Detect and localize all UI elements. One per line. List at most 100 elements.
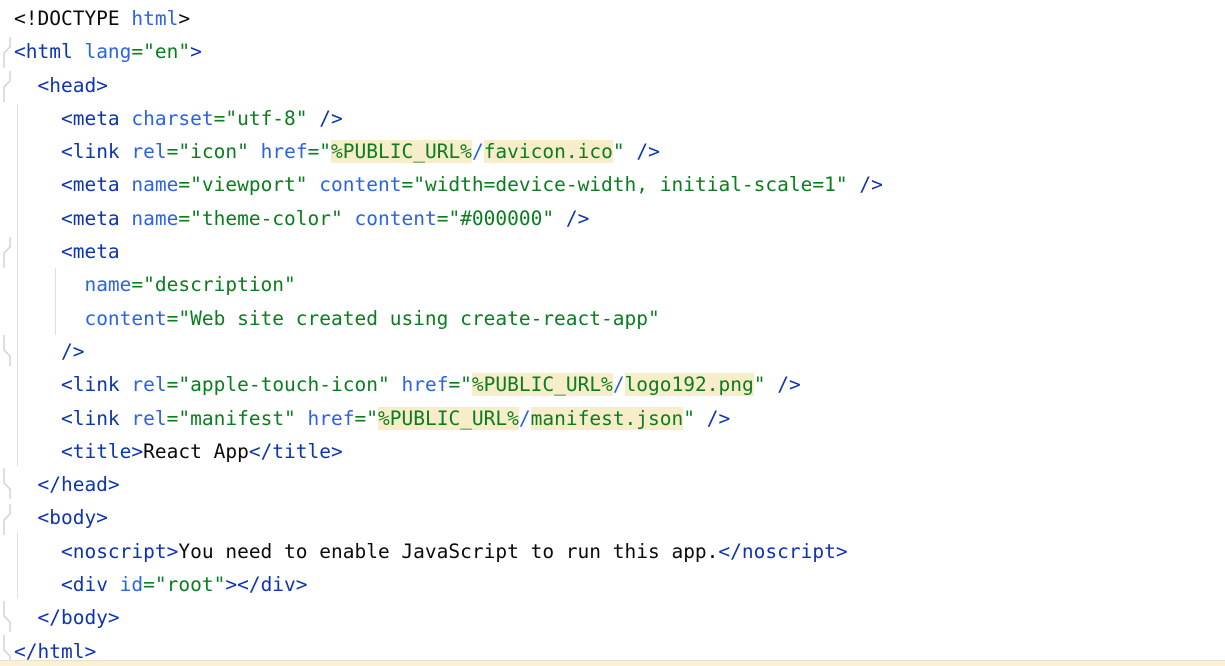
code-line[interactable]: /> — [14, 335, 1225, 368]
code-token-plain — [14, 473, 37, 496]
code-token-tag: </title> — [249, 440, 343, 463]
code-token-plain — [14, 606, 37, 629]
code-token-str: =" — [308, 140, 331, 163]
code-line[interactable]: name="description" — [14, 268, 1225, 301]
code-line[interactable]: <noscript>You need to enable JavaScript … — [14, 535, 1225, 568]
code-token-tag: <meta — [61, 207, 131, 230]
code-token-attr: content — [319, 173, 401, 196]
code-token-tag: > — [190, 40, 202, 63]
code-token-plain: > — [178, 7, 190, 30]
code-token-hl: %PUBLIC_URL% — [472, 373, 613, 396]
code-token-plain — [308, 173, 320, 196]
code-token-plain — [14, 207, 61, 230]
code-token-plain — [296, 407, 308, 430]
code-token-plain — [249, 140, 261, 163]
code-token-tag: ></div> — [225, 573, 307, 596]
code-editor[interactable]: <!DOCTYPE html><html lang="en"> <head> <… — [0, 0, 1225, 666]
code-token-plain — [308, 107, 320, 130]
code-token-tag: <title> — [61, 440, 143, 463]
code-token-tag: /> — [859, 173, 882, 196]
code-token-plain — [765, 373, 777, 396]
code-line[interactable]: </body> — [14, 601, 1225, 634]
code-token-attr: rel — [131, 407, 166, 430]
code-token-attr: rel — [131, 373, 166, 396]
code-token-plain — [14, 540, 61, 563]
code-token-str: " — [613, 140, 625, 163]
code-token-attr: rel — [131, 140, 166, 163]
bottom-panel-edge — [0, 660, 1225, 666]
code-token-plain — [14, 440, 61, 463]
code-token-tag: <meta — [61, 240, 120, 263]
code-line[interactable]: <!DOCTYPE html> — [14, 2, 1225, 35]
code-token-tag: <link — [61, 407, 131, 430]
code-line[interactable]: <meta name="viewport" content="width=dev… — [14, 168, 1225, 201]
code-token-plain — [14, 140, 61, 163]
code-token-tag: </body> — [37, 606, 119, 629]
code-token-attr: content — [355, 207, 437, 230]
code-token-str: ="apple-touch-icon" — [167, 373, 390, 396]
code-line[interactable]: <title>React App</title> — [14, 435, 1225, 468]
code-token-plain — [343, 207, 355, 230]
code-token-str: ="en" — [131, 40, 190, 63]
code-line[interactable]: <link rel="apple-touch-icon" href="%PUBL… — [14, 368, 1225, 401]
code-token-tag: /> — [61, 340, 84, 363]
code-token-hl: manifest.json — [531, 407, 684, 430]
code-line[interactable]: <div id="root"></div> — [14, 568, 1225, 601]
code-token-plain — [14, 273, 84, 296]
code-token-str: ="Web site created using create-react-ap… — [167, 307, 660, 330]
code-line[interactable]: <link rel="icon" href="%PUBLIC_URL%/favi… — [14, 135, 1225, 168]
code-token-str: " — [683, 407, 695, 430]
code-line[interactable]: <link rel="manifest" href="%PUBLIC_URL%/… — [14, 402, 1225, 435]
code-line[interactable]: <meta — [14, 235, 1225, 268]
code-token-str: ="#000000" — [437, 207, 554, 230]
code-token-plain — [695, 407, 707, 430]
code-token-text: React App — [143, 440, 249, 463]
code-token-plain — [14, 107, 61, 130]
code-token-attr: href — [401, 373, 448, 396]
code-token-str: =" — [448, 373, 471, 396]
code-line[interactable]: <html lang="en"> — [14, 35, 1225, 68]
code-token-text: You need to enable JavaScript to run thi… — [178, 540, 718, 563]
code-token-tag: <div — [61, 573, 120, 596]
code-token-plain — [554, 207, 566, 230]
code-token-str: ="utf-8" — [214, 107, 308, 130]
code-token-plain — [14, 74, 37, 97]
code-token-tag: <body> — [37, 506, 107, 529]
code-token-plain — [848, 173, 860, 196]
code-token-plain — [14, 573, 61, 596]
code-token-hl: %PUBLIC_URL% — [378, 407, 519, 430]
code-token-attr: lang — [84, 40, 131, 63]
code-token-plain: <!DOCTYPE — [14, 7, 131, 30]
code-line[interactable]: <head> — [14, 69, 1225, 102]
code-token-plain — [625, 140, 637, 163]
code-token-hl: favicon.ico — [484, 140, 613, 163]
code-token-tag: <link — [61, 373, 131, 396]
code-line[interactable]: </head> — [14, 468, 1225, 501]
code-token-str: ="manifest" — [167, 407, 296, 430]
code-token-str: ="icon" — [167, 140, 249, 163]
code-token-plain — [14, 240, 61, 263]
code-token-str: ="theme-color" — [178, 207, 342, 230]
code-token-sep: / — [519, 407, 531, 430]
code-token-tag: <html — [14, 40, 84, 63]
code-line[interactable]: <meta charset="utf-8" /> — [14, 102, 1225, 135]
code-token-hl: %PUBLIC_URL% — [331, 140, 472, 163]
code-token-str: =" — [355, 407, 378, 430]
code-token-tag: /> — [707, 407, 730, 430]
code-token-hl: logo192.png — [625, 373, 754, 396]
code-token-str: ="root" — [143, 573, 225, 596]
code-token-tag: <meta — [61, 173, 131, 196]
code-token-plain — [14, 373, 61, 396]
code-line[interactable]: content="Web site created using create-r… — [14, 302, 1225, 335]
code-token-attr: name — [131, 173, 178, 196]
code-line[interactable]: <meta name="theme-color" content="#00000… — [14, 202, 1225, 235]
code-token-attr: id — [120, 573, 143, 596]
code-token-attr: name — [84, 273, 131, 296]
code-token-attr: name — [131, 207, 178, 230]
code-token-attr: href — [261, 140, 308, 163]
code-token-tag: <noscript> — [61, 540, 178, 563]
code-token-str: ="width=device-width, initial-scale=1" — [401, 173, 847, 196]
code-line[interactable]: <body> — [14, 501, 1225, 534]
code-lines: <!DOCTYPE html><html lang="en"> <head> <… — [0, 2, 1225, 666]
code-token-tag: /> — [566, 207, 589, 230]
